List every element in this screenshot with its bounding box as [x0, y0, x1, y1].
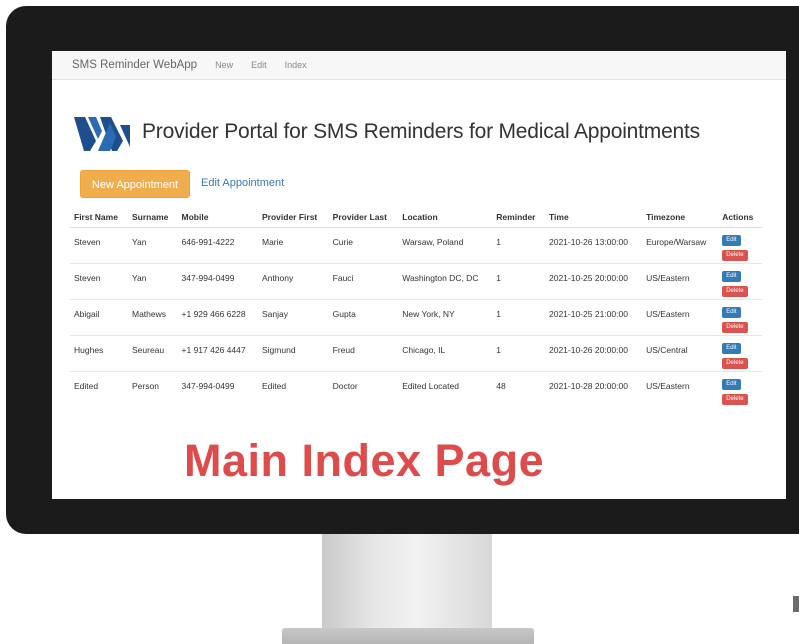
cell-surname: Mathews [127, 299, 178, 336]
row-actions: Edit Delete [722, 235, 758, 261]
page-header: Provider Portal for SMS Reminders for Me… [74, 111, 700, 153]
column-header: First Name [70, 207, 128, 228]
table-row: Abigail Mathews +1 929 466 6228 Sanjay G… [70, 299, 762, 336]
monitor-frame: SMS Reminder WebApp New Edit Index Provi… [6, 6, 799, 534]
cell-reminder: 1 [492, 227, 545, 264]
column-header: Mobile [177, 207, 258, 228]
cell-provider-last: Gupta [328, 299, 399, 336]
cell-location: Chicago, IL [398, 335, 493, 372]
cell-mobile: +1 917 426 4447 [177, 335, 258, 372]
cell-provider-first: Marie [258, 227, 329, 264]
cell-time: 2021-10-25 20:00:00 [545, 263, 643, 300]
monitor-screen: SMS Reminder WebApp New Edit Index Provi… [52, 51, 786, 499]
new-appointment-button[interactable]: New Appointment [80, 170, 190, 198]
cell-first-name: Steven [70, 263, 128, 300]
delete-button[interactable]: Delete [722, 394, 748, 405]
cell-surname: Yan [127, 263, 178, 300]
cell-surname: Person [127, 371, 178, 408]
monitor-stand-base [282, 628, 534, 644]
edit-button[interactable]: Edit [722, 379, 741, 390]
edit-button[interactable]: Edit [722, 235, 741, 246]
column-header: Time [545, 207, 643, 228]
cell-time: 2021-10-28 20:00:00 [545, 371, 643, 408]
cell-location: New York, NY [398, 299, 493, 336]
cell-first-name: Steven [70, 227, 128, 264]
column-header: Provider First [258, 207, 329, 228]
va-logo-icon [74, 117, 130, 151]
table-header-row: First Name Surname Mobile Provider First… [70, 207, 762, 228]
nav-link-edit[interactable]: Edit [251, 60, 267, 70]
edit-button[interactable]: Edit [722, 307, 741, 318]
cell-location: Washington DC, DC [398, 263, 493, 300]
cell-first-name: Hughes [70, 335, 128, 372]
cell-first-name: Edited [70, 371, 128, 408]
delete-button[interactable]: Delete [722, 322, 748, 333]
nav-link-new[interactable]: New [215, 60, 233, 70]
cell-surname: Yan [127, 227, 178, 264]
appointments-table: First Name Surname Mobile Provider First… [70, 207, 762, 408]
cell-provider-last: Fauci [328, 263, 399, 300]
cell-first-name: Abigail [70, 299, 128, 336]
table-row: Edited Person 347-994-0499 Edited Doctor… [70, 371, 762, 408]
column-header: Reminder [492, 207, 545, 228]
navbar: SMS Reminder WebApp New Edit Index [52, 51, 786, 80]
background-edge [793, 596, 799, 612]
edit-button[interactable]: Edit [722, 271, 741, 282]
cell-provider-first: Edited [258, 371, 329, 408]
delete-button[interactable]: Delete [722, 286, 748, 297]
cell-time: 2021-10-25 21:00:00 [545, 299, 643, 336]
cell-time: 2021-10-26 20:00:00 [545, 335, 643, 372]
cell-location: Edited Located [398, 371, 493, 408]
cell-actions: Edit Delete [718, 335, 762, 372]
cell-mobile: 347-994-0499 [177, 263, 258, 300]
cell-actions: Edit Delete [718, 263, 762, 300]
cell-surname: Seureau [127, 335, 178, 372]
cell-provider-first: Anthony [258, 263, 329, 300]
cell-provider-last: Doctor [328, 371, 399, 408]
cell-timezone: US/Eastern [642, 299, 719, 336]
row-actions: Edit Delete [722, 343, 758, 369]
edit-appointment-link[interactable]: Edit Appointment [201, 177, 284, 189]
cell-provider-first: Sanjay [258, 299, 329, 336]
cell-timezone: US/Eastern [642, 263, 719, 300]
delete-button[interactable]: Delete [722, 358, 748, 369]
row-actions: Edit Delete [722, 379, 758, 405]
cell-provider-last: Freud [328, 335, 399, 372]
column-header: Timezone [642, 207, 719, 228]
edit-button[interactable]: Edit [722, 343, 741, 354]
table-row: Steven Yan 347-994-0499 Anthony Fauci Wa… [70, 263, 762, 300]
cell-provider-first: Sigmund [258, 335, 329, 372]
delete-button[interactable]: Delete [722, 250, 748, 261]
cell-provider-last: Curie [328, 227, 399, 264]
cell-mobile: 347-994-0499 [177, 371, 258, 408]
cell-timezone: Europe/Warsaw [642, 227, 719, 264]
cell-reminder: 1 [492, 335, 545, 372]
column-header: Actions [718, 207, 762, 228]
table-row: Hughes Seureau +1 917 426 4447 Sigmund F… [70, 335, 762, 372]
page-title: Provider Portal for SMS Reminders for Me… [142, 120, 700, 143]
cell-location: Warsaw, Poland [398, 227, 493, 264]
cell-timezone: US/Eastern [642, 371, 719, 408]
cell-actions: Edit Delete [718, 227, 762, 264]
cell-reminder: 1 [492, 299, 545, 336]
row-actions: Edit Delete [722, 307, 758, 333]
navbar-brand[interactable]: SMS Reminder WebApp [72, 59, 197, 71]
cell-reminder: 48 [492, 371, 545, 408]
table-row: Steven Yan 646-991-4222 Marie Curie Wars… [70, 227, 762, 264]
cell-actions: Edit Delete [718, 299, 762, 336]
main-index-caption: Main Index Page [184, 435, 545, 486]
cell-mobile: +1 929 466 6228 [177, 299, 258, 336]
cell-timezone: US/Central [642, 335, 719, 372]
nav-link-index[interactable]: Index [285, 60, 307, 70]
cell-actions: Edit Delete [718, 371, 762, 408]
cell-time: 2021-10-26 13:00:00 [545, 227, 643, 264]
column-header: Surname [127, 207, 178, 228]
cell-mobile: 646-991-4222 [177, 227, 258, 264]
column-header: Location [398, 207, 493, 228]
column-header: Provider Last [328, 207, 399, 228]
monitor-stand-neck [322, 534, 492, 630]
row-actions: Edit Delete [722, 271, 758, 297]
cell-reminder: 1 [492, 263, 545, 300]
